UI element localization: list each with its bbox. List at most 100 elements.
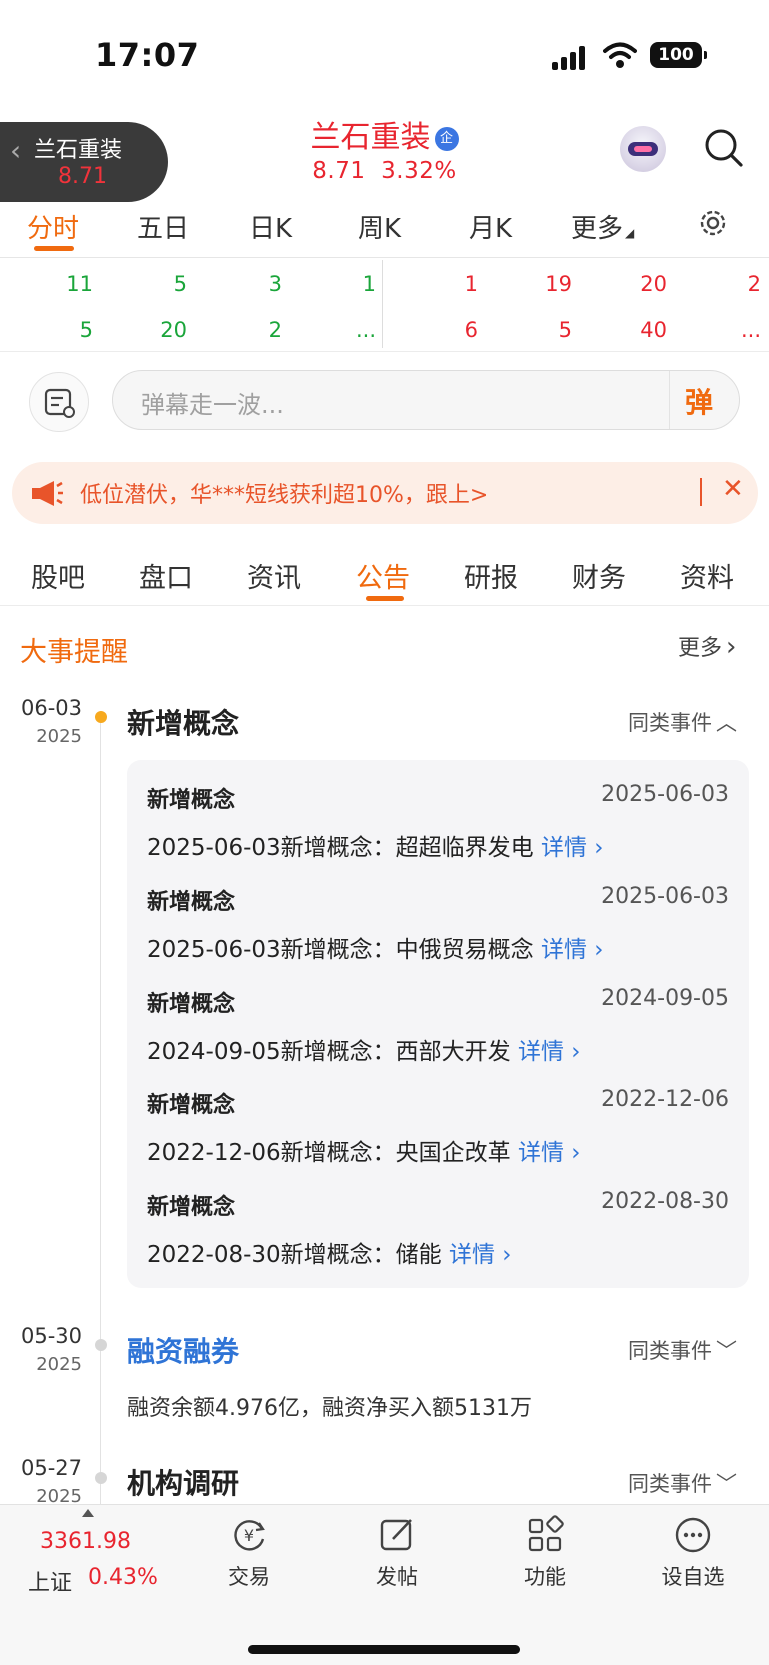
close-icon[interactable]: ✕ [722, 474, 744, 504]
index-change[interactable]: 0.43% [88, 1565, 158, 1590]
post-button[interactable]: 发帖 [352, 1515, 442, 1591]
gear-icon[interactable] [696, 206, 730, 240]
order-board: 11 5 3 1 5 20 2 ... 1 19 20 2 6 5 40 ... [0, 258, 769, 352]
similar-events-toggle[interactable]: 同类事件 ﹀ [628, 1468, 737, 1498]
event-date: 06-03 [20, 696, 82, 720]
tab-announcements[interactable]: 公告 [356, 556, 410, 595]
item-category: 新增概念 [147, 992, 236, 1017]
chevron-right-icon: › [586, 835, 604, 861]
chevron-right-icon: › [563, 1039, 581, 1065]
battery-icon: 100 [650, 42, 707, 68]
promo-divider [700, 478, 702, 506]
detail-link[interactable]: 详情 › [541, 937, 604, 963]
home-indicator [248, 1645, 520, 1654]
content-tabs: 股吧 盘口 资讯 公告 研报 财务 资料 [0, 540, 769, 606]
similar-events-toggle[interactable]: 同类事件 ︿ [628, 707, 737, 737]
chevron-right-icon: › [726, 632, 737, 662]
detail-link[interactable]: 详情 › [541, 835, 604, 861]
item-desc-text: 2024-09-05新增概念：西部大开发 [147, 1039, 511, 1065]
event-year: 2025 [36, 1354, 82, 1375]
tab-daily-k[interactable]: 日K [249, 208, 292, 245]
chevron-right-icon: › [586, 937, 604, 963]
detail-link[interactable]: 详情 › [518, 1039, 581, 1065]
trade-icon: ¥ [234, 1520, 265, 1551]
grid-icon [528, 1515, 564, 1552]
assistant-robot-icon[interactable] [620, 126, 666, 172]
stock-change-pct: 3.32% [381, 158, 457, 184]
item-date: 2022-12-06 [601, 1087, 729, 1112]
event-title[interactable]: 融资融券 [127, 1330, 239, 1370]
danmu-divider [669, 371, 670, 429]
tab-finance[interactable]: 财务 [572, 556, 626, 595]
item-desc: 2025-06-03新增概念：超超临界发电 详情 › [147, 828, 604, 862]
tab-profile[interactable]: 资料 [680, 556, 734, 595]
detail-link-label: 详情 [517, 1039, 564, 1065]
stock-name: 兰石重装 [310, 120, 431, 155]
tab-more-label: 更多 [571, 214, 624, 244]
item-desc: 2025-06-03新增概念：中俄贸易概念 详情 › [147, 930, 604, 964]
functions-button[interactable]: 功能 [500, 1515, 590, 1591]
tab-weekly-k[interactable]: 周K [358, 208, 401, 245]
post-label: 发帖 [376, 1565, 418, 1589]
item-desc: 2022-08-30新增概念：储能 详情 › [147, 1235, 512, 1269]
event-date: 05-30 [20, 1324, 82, 1348]
danmu-settings-icon [44, 388, 75, 418]
svg-text:¥: ¥ [244, 1526, 254, 1545]
buy-queue-value: 1 [362, 272, 376, 296]
add-watchlist-button[interactable]: 设自选 [648, 1515, 738, 1591]
tab-five-day[interactable]: 五日 [137, 208, 189, 245]
similar-events-label: 同类事件 [628, 711, 712, 735]
danmu-send-button[interactable]: 弹 [685, 381, 713, 421]
edit-icon [380, 1519, 412, 1551]
detail-link[interactable]: 详情 › [518, 1140, 581, 1166]
danmu-settings-button[interactable] [29, 372, 89, 432]
promo-banner[interactable]: 低位潜伏，华***短线获利超10%，跟上> ✕ [12, 462, 758, 524]
buy-queue-value: 2 [268, 318, 282, 342]
megaphone-icon [32, 481, 63, 506]
active-tab-indicator [366, 596, 404, 601]
detail-link-label: 详情 [517, 1140, 564, 1166]
buy-queue-value: 11 [66, 272, 93, 296]
tab-order-book[interactable]: 盘口 [139, 556, 193, 595]
add-watchlist-label: 设自选 [661, 1565, 725, 1589]
dropdown-triangle-icon: ◢ [625, 226, 635, 240]
bottom-bar: 3361.98 上证 0.43% ¥ 交易 发帖 功能 设自选 [0, 1504, 769, 1665]
tab-research[interactable]: 研报 [464, 556, 518, 595]
chevron-down-icon: ﹀ [716, 1472, 737, 1496]
item-category: 新增概念 [147, 890, 236, 915]
item-desc: 2024-09-05新增概念：西部大开发 详情 › [147, 1032, 581, 1066]
index-value[interactable]: 3361.98 [40, 1529, 131, 1554]
tab-forum[interactable]: 股吧 [31, 556, 85, 595]
detail-link-label: 详情 [448, 1242, 495, 1268]
item-date: 2025-06-03 [601, 782, 729, 807]
event-title: 机构调研 [127, 1467, 240, 1500]
item-category: 新增概念 [147, 788, 236, 813]
wifi-icon [603, 42, 637, 68]
similar-events-toggle[interactable]: 同类事件 ﹀ [628, 1335, 737, 1365]
danmu-input[interactable]: 弹幕走一波... 弹 [112, 370, 740, 430]
index-name[interactable]: 上证 [28, 1565, 72, 1597]
search-icon[interactable] [704, 128, 744, 168]
chevron-right-icon: › [494, 1242, 512, 1268]
tab-more[interactable]: 更多 ◢ [571, 208, 634, 245]
chevron-right-icon: › [563, 1140, 581, 1166]
sell-queue-value: 1 [464, 272, 478, 296]
event-card: 新增概念 2025-06-03 2025-06-03新增概念：超超临界发电 详情… [127, 760, 749, 1288]
trade-button[interactable]: ¥ 交易 [204, 1515, 294, 1591]
chart-period-tabs: 分时 五日 日K 周K 月K 更多 ◢ [0, 190, 769, 258]
buy-queue-value: ... [355, 318, 376, 342]
buy-queue-value: 5 [79, 318, 93, 342]
expand-caret-icon[interactable] [82, 1509, 94, 1517]
similar-events-label: 同类事件 [628, 1339, 712, 1363]
tab-monthly-k[interactable]: 月K [469, 208, 512, 245]
active-tab-indicator [34, 246, 74, 251]
cellular-signal-icon [552, 44, 590, 70]
buy-queue-value: 20 [160, 318, 187, 342]
timeline-dot [95, 1339, 107, 1351]
tab-news[interactable]: 资讯 [247, 556, 301, 595]
more-label: 更多 [678, 636, 723, 661]
detail-link[interactable]: 详情 › [449, 1242, 512, 1268]
sell-queue-value: 40 [640, 318, 667, 342]
tab-intraday[interactable]: 分时 [27, 208, 79, 245]
more-link[interactable]: 更多 › [678, 630, 736, 662]
